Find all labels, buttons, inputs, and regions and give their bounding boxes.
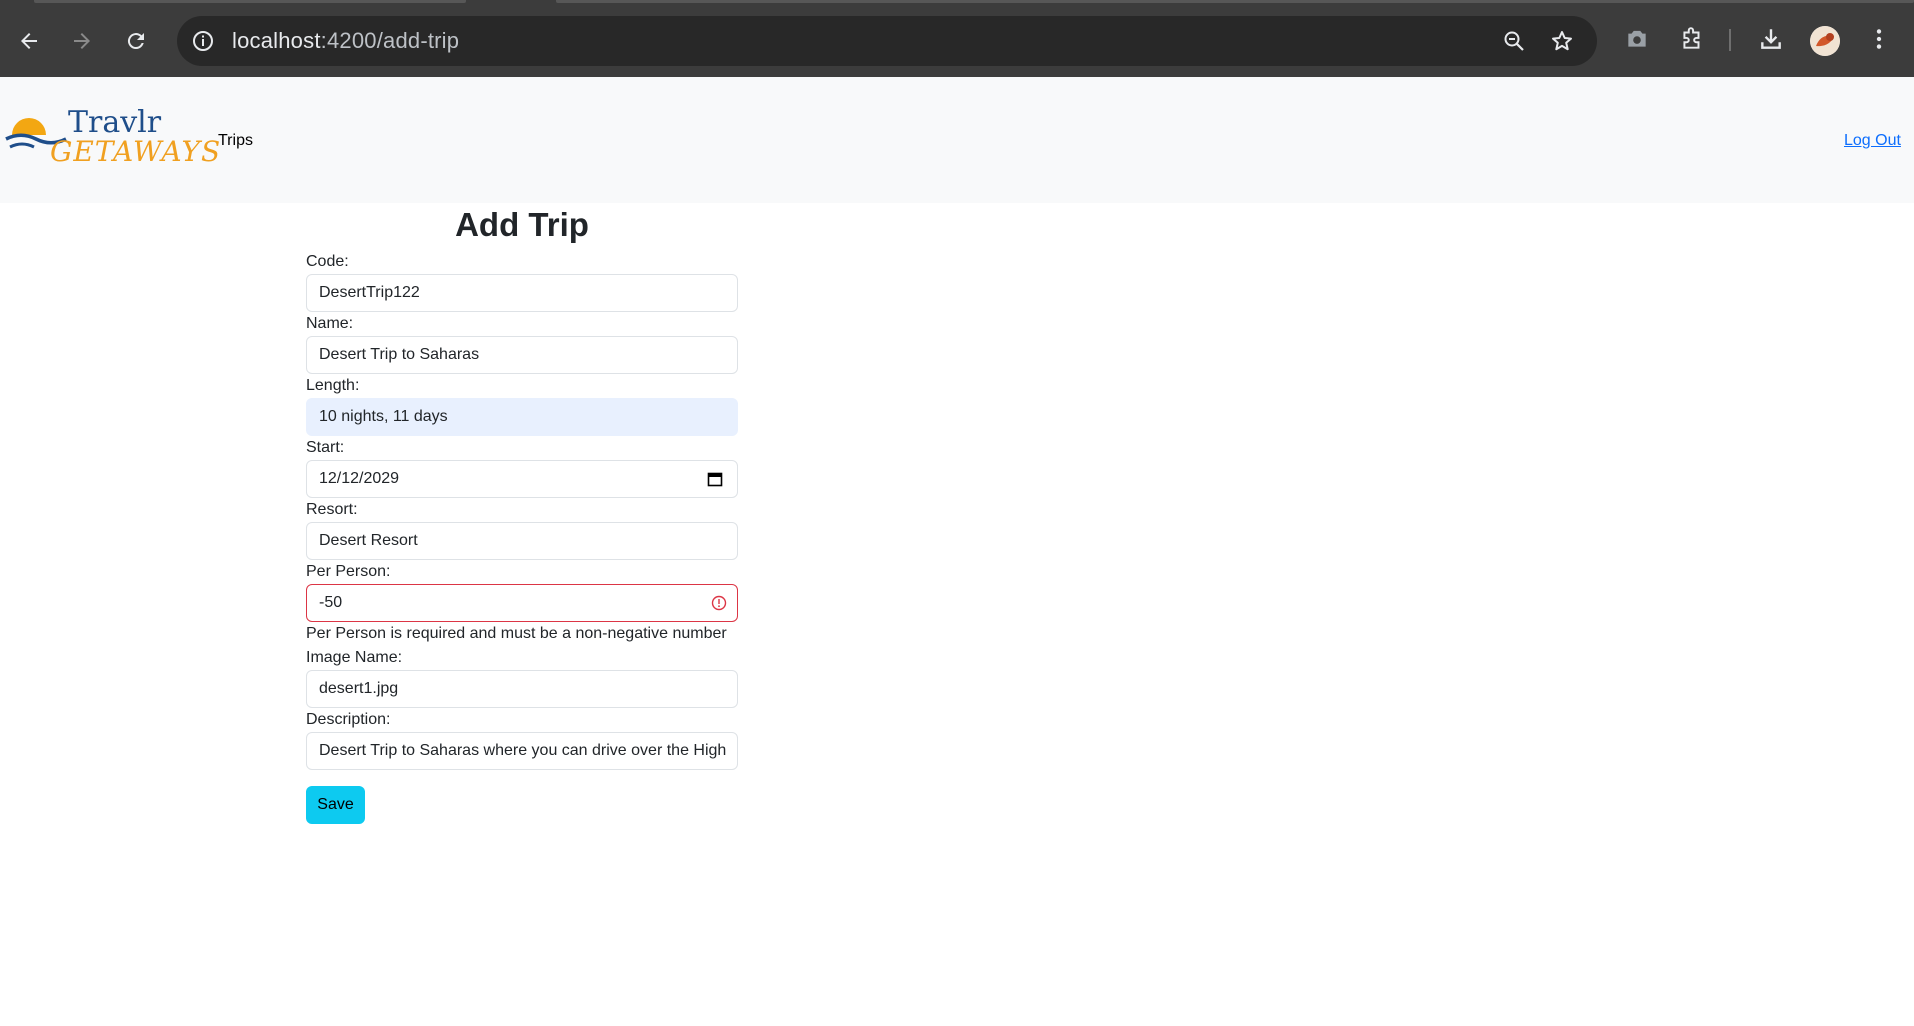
per-person-value: -50 [319,594,343,611]
logo-text-bottom: GETAWAYS [50,135,222,168]
per-person-label: Per Person: [306,563,391,580]
description-input[interactable]: Desert Trip to Saharas where you can dri… [306,732,738,770]
calendar-icon[interactable] [707,471,723,487]
url-text[interactable]: localhost:4200/add-trip [232,28,459,54]
logout-link[interactable]: Log Out [1844,132,1901,150]
tab-edge [34,0,466,3]
start-date-input[interactable]: 12/12/2029 [306,460,738,498]
camera-icon[interactable] [1624,26,1650,52]
start-label: Start: [306,439,345,456]
puzzle-icon[interactable] [1679,26,1705,52]
name-input[interactable]: Desert Trip to Saharas [306,336,738,374]
code-label: Code: [306,253,349,270]
arrow-right-icon [74,33,90,49]
resort-label: Resort: [306,501,358,518]
length-label: Length: [306,377,360,394]
start-date-value: 12/12/2029 [319,470,400,487]
arrow-left-icon [21,33,37,49]
download-icon[interactable] [1758,26,1784,52]
nav-link-trips[interactable]: Trips [218,132,253,150]
back-button[interactable] [11,23,47,59]
image-name-label: Image Name: [306,649,403,666]
save-button[interactable]: Save [306,786,365,824]
reload-icon [127,33,144,50]
profile-avatar[interactable] [1810,26,1840,56]
per-person-input[interactable]: -50 [306,584,738,622]
length-input[interactable]: 10 nights, 11 days [306,398,738,436]
forward-button[interactable] [64,23,100,59]
tab-edge [556,0,1914,3]
info-icon[interactable] [191,29,215,53]
resort-input[interactable]: Desert Resort [306,522,738,560]
url-path: :4200/add-trip [320,28,460,53]
name-label: Name: [306,315,354,332]
star-icon[interactable] [1550,29,1574,53]
zoom-icon[interactable] [1502,29,1526,53]
description-label: Description: [306,711,391,728]
per-person-error: Per Person is required and must be a non… [306,625,727,642]
image-name-input[interactable]: desert1.jpg [306,670,738,708]
app-navbar: Travlr GETAWAYS Trips Log Out [0,77,1914,203]
address-bar[interactable]: localhost:4200/add-trip [177,16,1597,66]
kebab-menu-icon[interactable] [1866,26,1892,52]
code-input[interactable]: DesertTrip122 [306,274,738,312]
reload-button[interactable] [118,23,154,59]
browser-toolbar: localhost:4200/add-trip [0,0,1914,77]
page-title: Add Trip [455,206,589,243]
url-host: localhost [232,28,321,53]
travlr-logo[interactable]: Travlr GETAWAYS [4,105,220,175]
toolbar-separator [1729,29,1731,51]
avatar-icon [1810,26,1840,56]
error-icon [711,595,727,611]
